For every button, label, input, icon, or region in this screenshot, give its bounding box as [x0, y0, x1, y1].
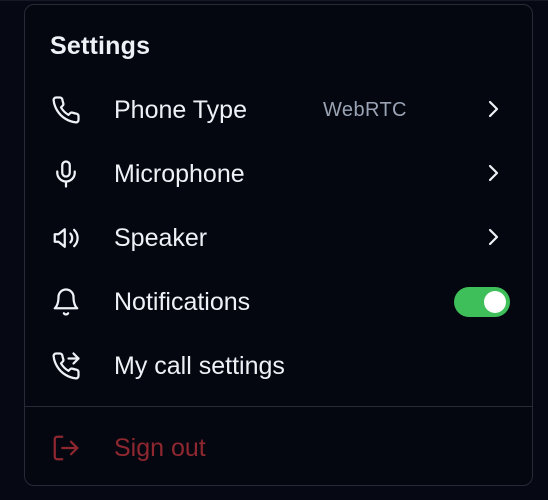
- notifications-toggle[interactable]: [454, 287, 510, 317]
- sign-out-button[interactable]: Sign out: [25, 419, 532, 475]
- menu-item-notifications: Notifications: [25, 273, 532, 329]
- phone-icon: [51, 95, 81, 125]
- sign-out-icon: [51, 433, 81, 463]
- toggle-knob: [484, 291, 506, 313]
- microphone-icon: [51, 159, 81, 189]
- sign-out-label: Sign out: [114, 434, 206, 462]
- menu-item-label: My call settings: [114, 352, 285, 380]
- menu-item-label: Microphone: [114, 160, 245, 188]
- menu-item-label: Speaker: [114, 224, 208, 252]
- speaker-icon: [51, 223, 81, 253]
- backdrop-divider: [0, 0, 548, 1]
- menu-divider: [25, 406, 532, 407]
- phone-forward-icon: [51, 351, 81, 381]
- menu-item-my-call-settings[interactable]: My call settings: [25, 337, 532, 393]
- menu-title: Settings: [50, 32, 151, 60]
- menu-item-microphone[interactable]: Microphone: [25, 145, 532, 201]
- settings-menu: Settings Phone Type WebRTC Microphone Sp…: [24, 4, 533, 486]
- chevron-right-icon: [481, 97, 505, 121]
- menu-item-speaker[interactable]: Speaker: [25, 209, 532, 265]
- menu-item-phone-type[interactable]: Phone Type WebRTC: [25, 81, 532, 137]
- phone-type-value: WebRTC: [323, 99, 407, 121]
- chevron-right-icon: [481, 225, 505, 249]
- chevron-right-icon: [481, 161, 505, 185]
- bell-icon: [51, 287, 81, 317]
- menu-item-label: Notifications: [114, 288, 251, 316]
- menu-item-label: Phone Type: [114, 96, 247, 124]
